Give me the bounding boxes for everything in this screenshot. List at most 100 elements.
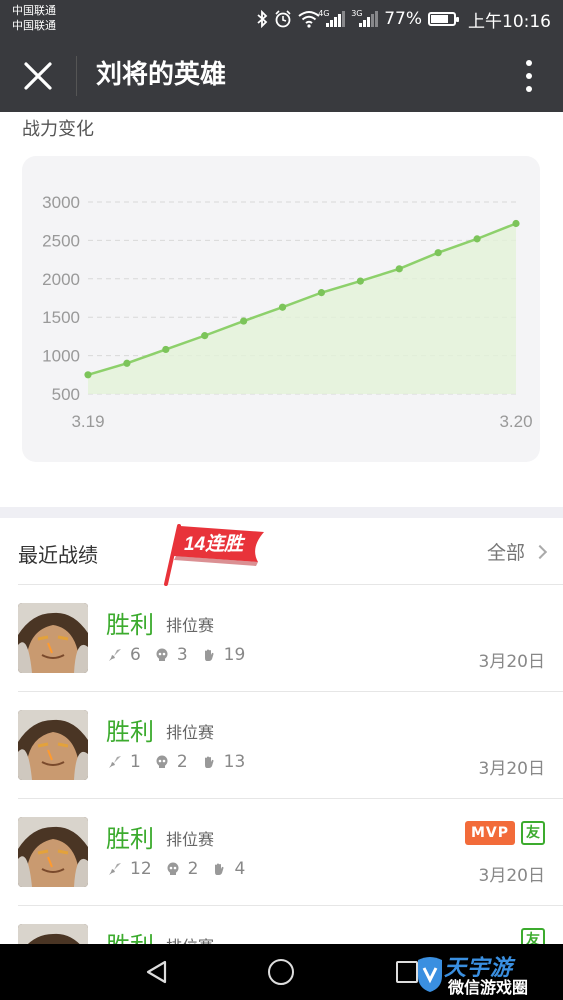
data-point [395,265,403,273]
view-all-label: 全部 [486,542,525,564]
match-stats: 12 2 4 [108,859,251,879]
carrier-labels: 中国联通 中国联通 [12,3,56,33]
alarm-icon [275,10,291,28]
deaths-value: 2 [187,859,199,879]
data-point [317,289,326,297]
title-bar: 刘将的英雄 [0,38,563,112]
y-tick-label: 500 [52,385,80,404]
bluetooth-icon [257,10,268,28]
match-row[interactable]: 胜利 排位赛 1 2 13 3月20日 [18,692,563,799]
deaths-value: 3 [176,645,188,665]
network-type-2: 3G [351,9,363,18]
match-date: 3月20日 [478,759,545,779]
kills-value: 1 [130,752,141,772]
watermark-logo [418,957,442,992]
x-tick-label: 3.20 [499,412,532,431]
data-point [473,235,481,243]
match-row[interactable]: 胜利 排位赛 6 3 19 3月20日 [18,585,563,692]
match-date: 3月20日 [478,866,545,886]
match-stats: 1 2 13 [108,752,251,772]
match-result: 胜利 [106,611,154,639]
title-divider [76,56,77,96]
power-chart: 500 1000 1500 2000 2500 3000 3.19 3.20 [42,193,532,431]
data-point [240,317,248,325]
match-row[interactable]: 胜利 排位赛 12 2 4 MVP 友 3月20日 [18,799,563,906]
back-triangle-icon[interactable] [144,959,170,985]
assists-value: 4 [234,859,246,879]
close-icon[interactable] [20,58,56,94]
data-point [123,359,131,367]
hero-avatar [18,817,88,887]
chart-section-title: 战力变化 [22,119,94,140]
chevron-right-icon [532,544,548,559]
sword-icon [109,863,121,875]
records-header: 最近战绩 14连胜 全部 [18,518,563,586]
status-icons: 4G 3G 77% 上午10:16 [256,7,551,32]
x-tick-label: 3.19 [71,412,104,431]
battery-percent: 77% [384,9,422,29]
signal-2-icon: 3G [351,9,379,27]
watermark-text: 微信游戏圈 [448,978,529,997]
power-chart-section: 战力变化 500 1000 1500 2000 2500 3000 3.19 3.20 [0,112,563,507]
kills-value: 6 [130,645,141,665]
network-type-1: 4G [318,9,330,18]
hand-icon [204,756,214,768]
watermark: 天宇游 微信游戏圈 [414,948,559,998]
y-tick-label: 1000 [42,347,80,366]
sword-icon [109,649,121,661]
hand-icon [215,863,224,875]
battery-fill [431,15,448,23]
match-mode: 排位赛 [166,723,215,742]
match-row[interactable]: 胜利 排位赛 友 [18,906,563,948]
data-point [512,219,520,228]
recent-records-section: 最近战绩 14连胜 全部 胜利 排位赛 6 3 19 3月20日 胜利 排位赛 … [0,518,563,948]
deaths-value: 2 [176,752,188,772]
clock: 上午10:16 [468,11,551,32]
page-title: 刘将的英雄 [96,60,227,90]
match-date: 3月20日 [478,652,545,672]
streak-flag-icon: 14连胜 [164,524,264,586]
hero-avatar [18,710,88,780]
match-list: 胜利 排位赛 6 3 19 3月20日 胜利 排位赛 1 2 13 3月20日 … [0,585,563,948]
assists-value: 19 [223,645,246,665]
data-point [162,345,170,354]
assists-value: 13 [223,752,246,772]
records-title: 最近战绩 [18,543,98,567]
carrier-2: 中国联通 [12,19,56,32]
data-point [201,332,209,340]
data-point [434,249,442,257]
power-chart-card: 500 1000 1500 2000 2500 3000 3.19 3.20 [22,156,540,462]
system-nav-bar: 天宇游 微信游戏圈 [0,944,563,1000]
match-mode: 排位赛 [166,616,215,635]
mvp-badge: MVP [464,821,515,845]
match-result: 胜利 [106,825,154,853]
y-tick-label: 1500 [42,308,80,327]
status-bar: 中国联通 中国联通 4G 3G 77% 上午10:16 [0,0,563,38]
skull-icon [167,862,179,875]
skull-icon [156,648,168,661]
hero-avatar [18,603,88,673]
more-vertical-icon[interactable] [525,60,533,92]
home-circle-icon[interactable] [268,959,294,985]
signal-1-icon: 4G [318,9,346,27]
data-point [84,371,92,379]
friend-badge: 友 [521,821,545,845]
match-result: 胜利 [106,718,154,746]
y-tick-label: 3000 [42,193,80,212]
match-mode: 排位赛 [166,830,215,849]
carrier-1: 中国联通 [12,4,56,17]
hand-icon [204,649,214,661]
data-point [278,303,287,311]
battery-icon [428,12,459,26]
skull-icon [156,755,168,768]
streak-label: 14连胜 [184,533,246,555]
kills-value: 12 [130,859,152,879]
data-point [356,277,364,285]
sword-icon [109,756,121,768]
view-all-link[interactable]: 全部 [486,538,548,565]
match-stats: 6 3 19 [108,645,251,665]
y-tick-label: 2500 [42,231,80,250]
wifi-icon [298,11,320,28]
y-tick-label: 2000 [42,270,80,289]
match-badges: MVP 友 [464,821,545,845]
